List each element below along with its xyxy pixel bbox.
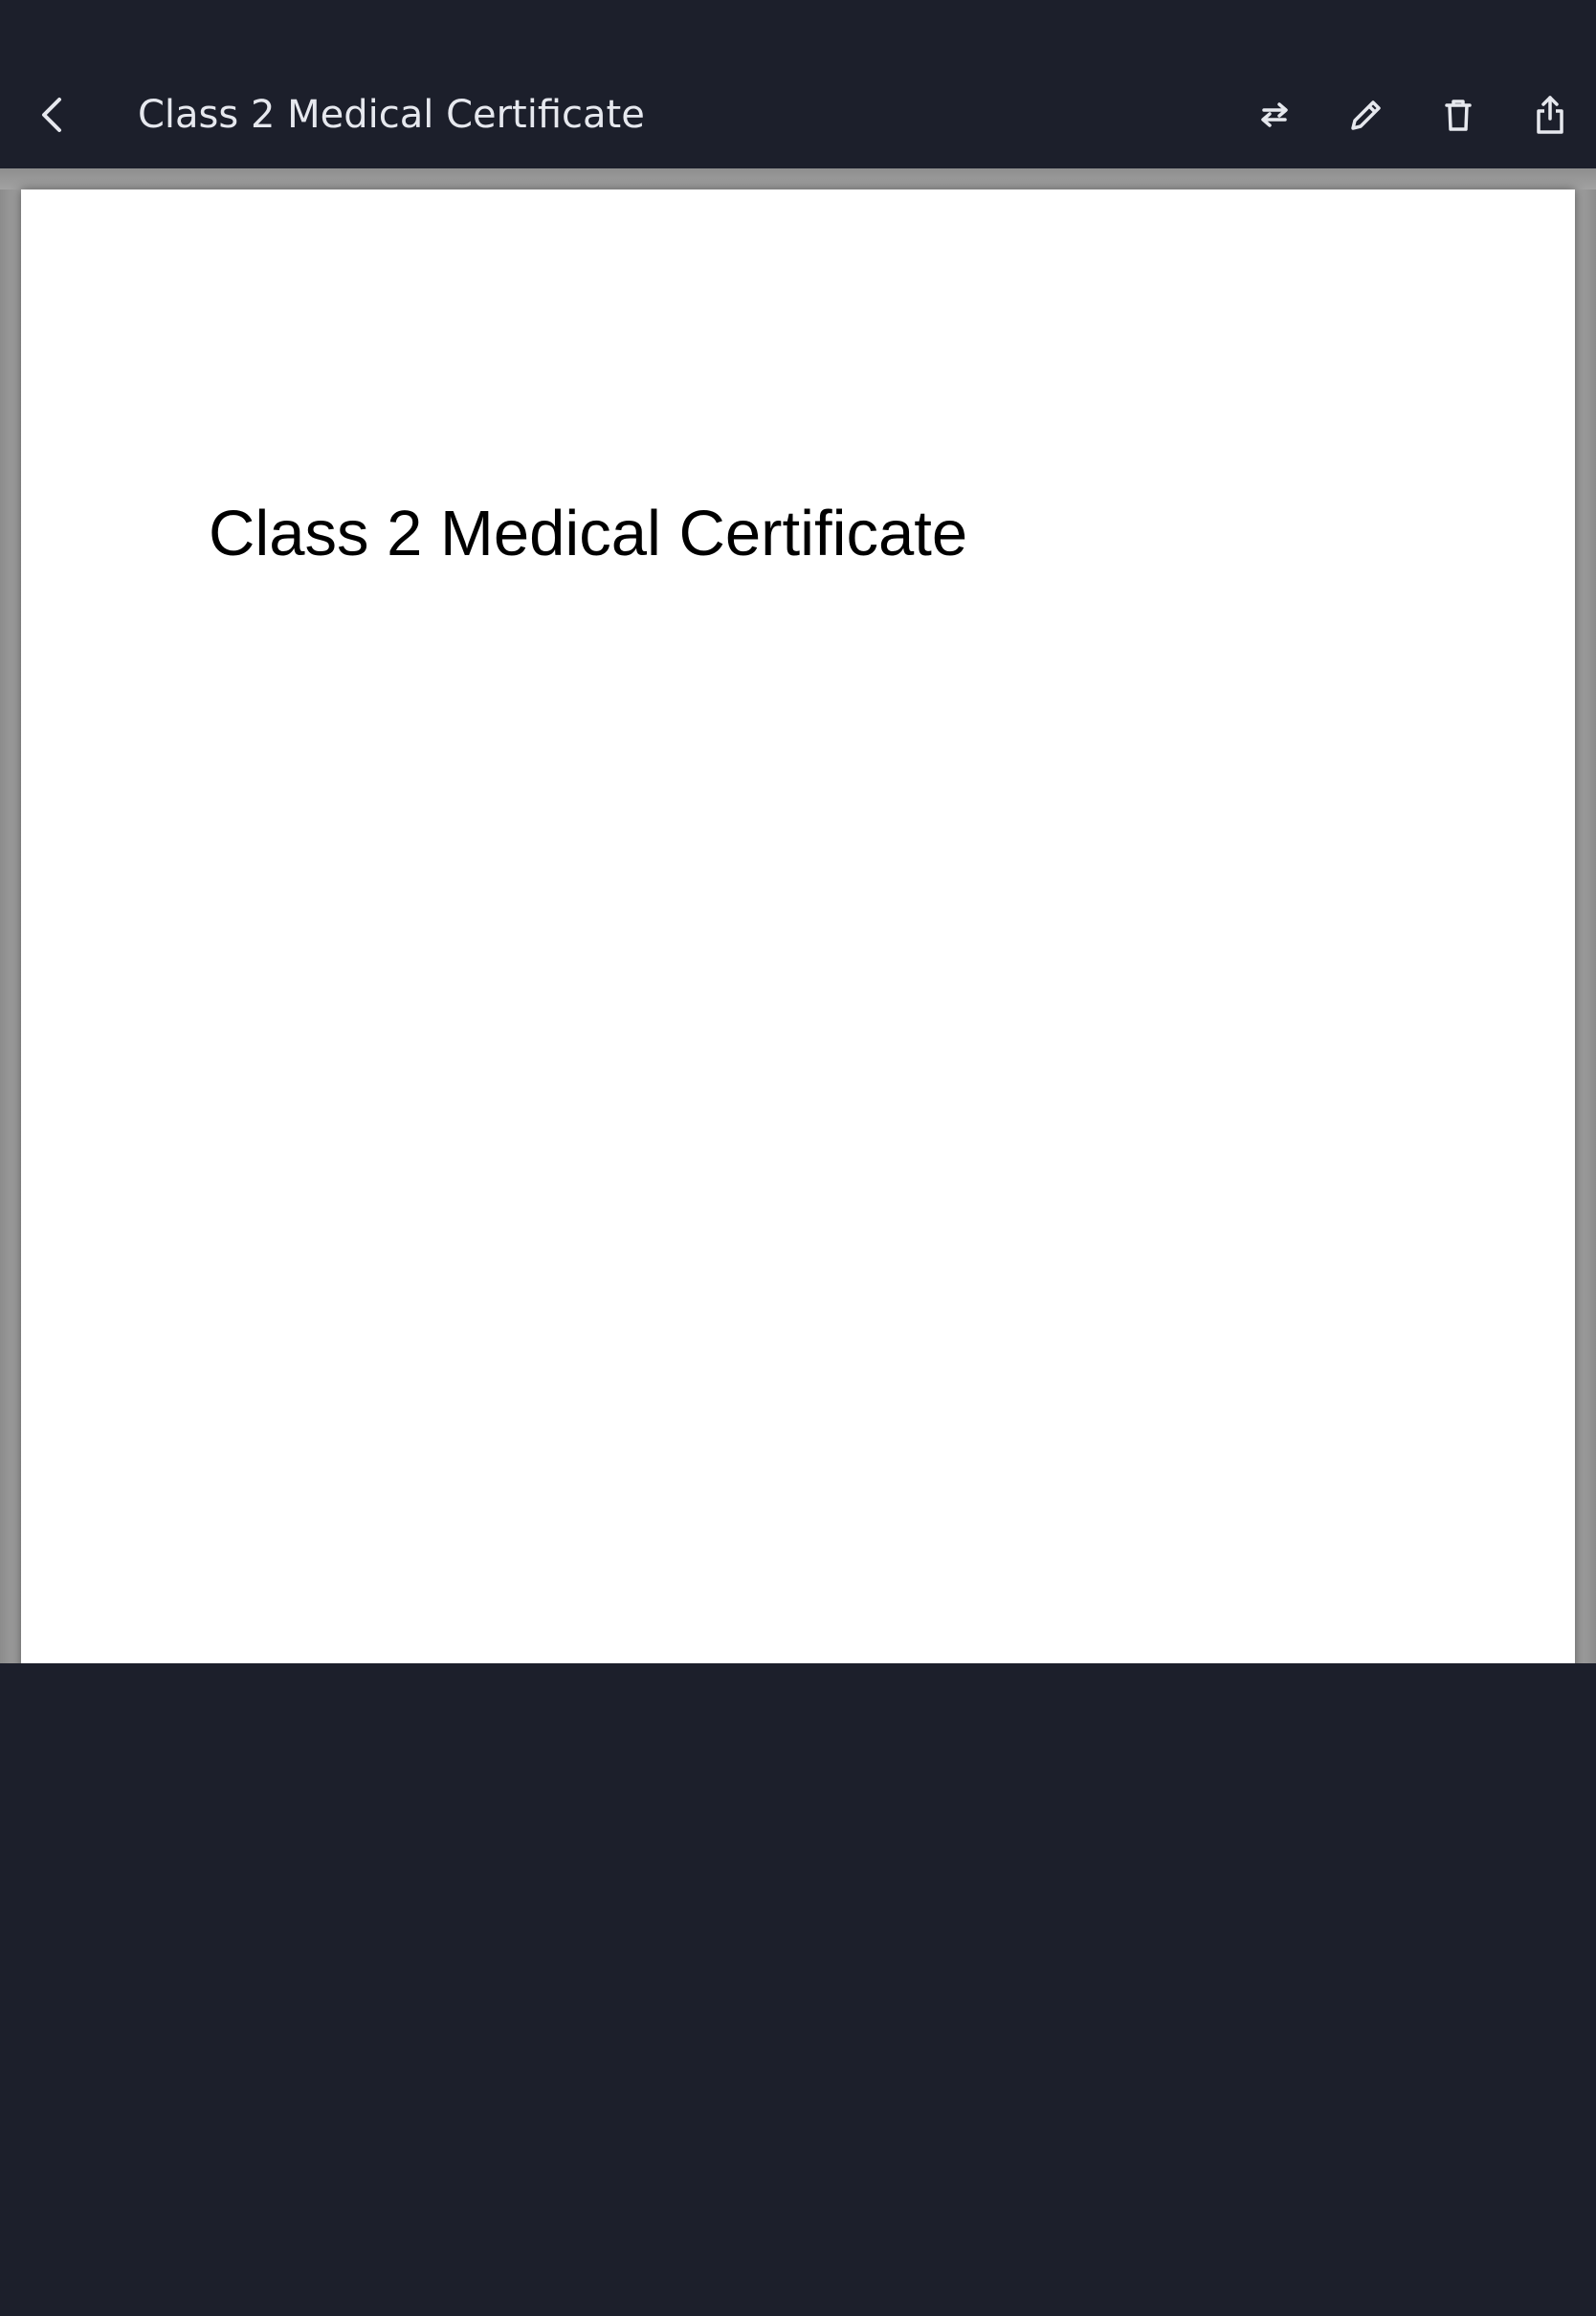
share-icon [1537, 96, 1563, 134]
swap-button[interactable] [1240, 80, 1309, 149]
share-button[interactable] [1516, 80, 1585, 149]
page-title: Class 2 Medical Certificate [138, 93, 645, 137]
swap-arrows-icon [1261, 102, 1288, 127]
document-page: Class 2 Medical Certificate [21, 189, 1575, 1663]
chevron-left-icon [42, 98, 61, 132]
trash-icon [1445, 100, 1472, 131]
pencil-icon [1351, 100, 1381, 130]
document-heading: Class 2 Medical Certificate [209, 498, 968, 569]
delete-button[interactable] [1424, 80, 1493, 149]
back-button[interactable] [19, 80, 88, 149]
document-viewer[interactable]: Class 2 Medical Certificate [0, 168, 1596, 1663]
app-bar: Class 2 Medical Certificate [0, 0, 1596, 168]
edit-button[interactable] [1332, 80, 1401, 149]
